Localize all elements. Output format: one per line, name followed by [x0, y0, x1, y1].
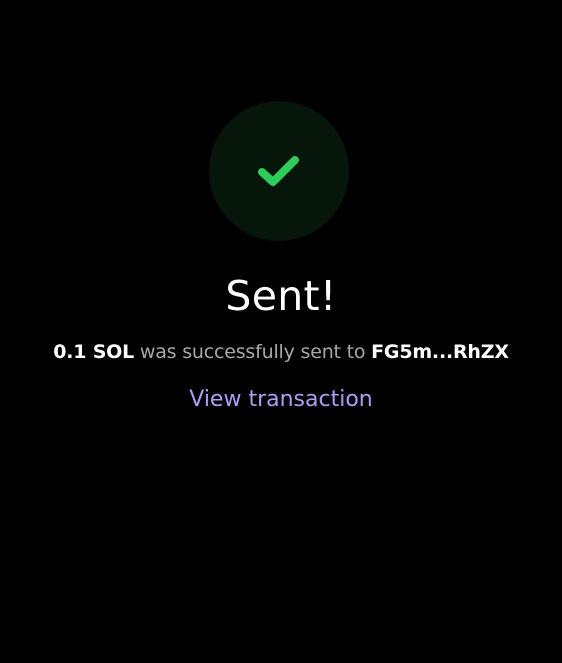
checkmark-icon [257, 153, 301, 189]
recipient-address: FG5m...RhZX [371, 341, 509, 363]
sent-amount: 0.1 SOL [53, 341, 135, 363]
success-message: 0.1 SOL was successfully sent to FG5m...… [0, 338, 562, 366]
success-title: Sent! [225, 272, 337, 320]
success-badge [209, 101, 349, 241]
transaction-success-view: Sent! 0.1 SOL was successfully sent to F… [0, 0, 562, 663]
view-transaction-link[interactable]: View transaction [189, 387, 372, 412]
view-transaction-link-container: View transaction [0, 385, 562, 415]
message-text: was successfully sent to [134, 341, 372, 363]
